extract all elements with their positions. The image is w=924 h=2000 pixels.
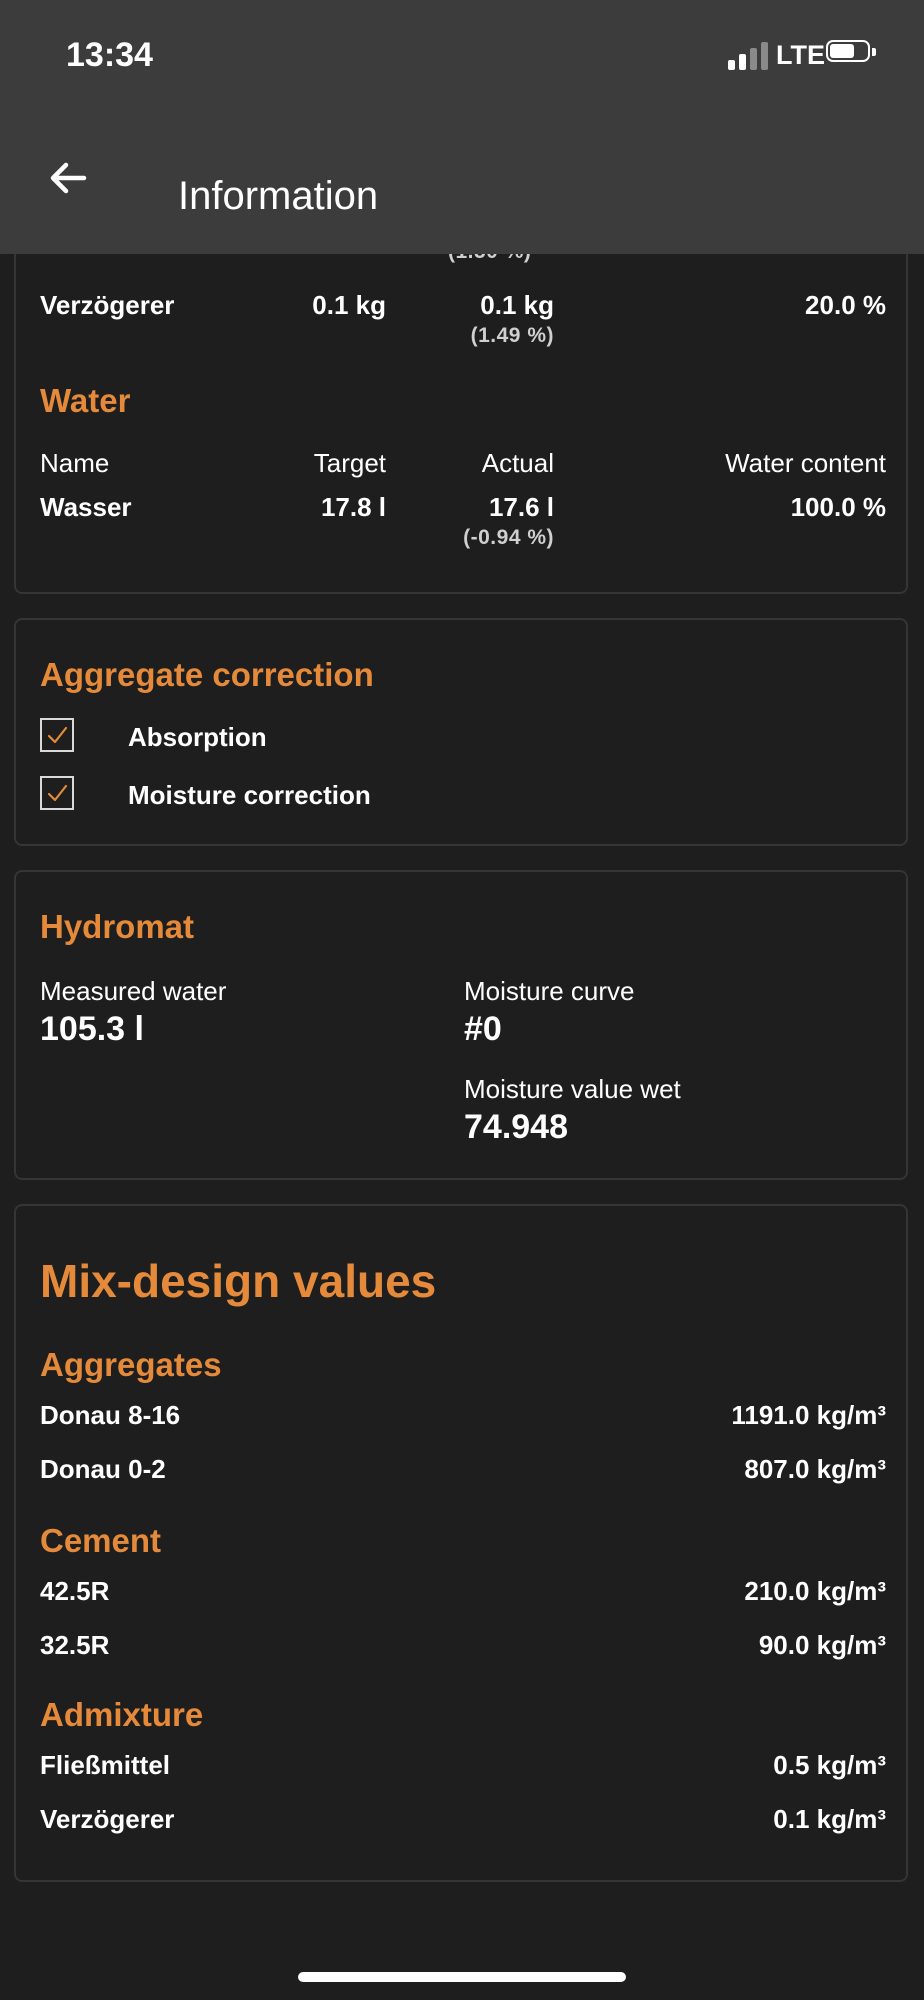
moisture-curve-value: #0 <box>464 1010 502 1048</box>
absorption-checkbox[interactable] <box>40 718 74 752</box>
admixture-row-content: 20.0 % <box>805 290 886 320</box>
app-bar: Information <box>0 110 924 254</box>
cement-row-value: 90.0 kg/m³ <box>758 1630 886 1660</box>
aggregate-correction-heading: Aggregate correction <box>40 656 374 693</box>
admixture-row-actual-pct: (1.49 %) <box>470 324 554 347</box>
absorption-label: Absorption <box>128 722 267 752</box>
mix-design-card: Mix-design values Aggregates Donau 8-16 … <box>14 1204 908 1882</box>
admixture-row-actual: 0.1 kg <box>480 290 554 320</box>
aggregates-heading: Aggregates <box>40 1346 222 1383</box>
aggregate-correction-card: Aggregate correction Absorption Moisture… <box>14 618 908 846</box>
battery-icon <box>826 40 878 66</box>
admixture-row-name: Verzögerer <box>40 290 175 320</box>
home-indicator[interactable] <box>298 1972 626 1982</box>
network-type: LTE <box>776 40 825 70</box>
water-row-content: 100.0 % <box>790 492 886 522</box>
measured-water-label: Measured water <box>40 976 227 1006</box>
admixture-row-value: 0.1 kg/m³ <box>773 1804 886 1834</box>
water-row-actual-pct: (-0.94 %) <box>463 526 554 549</box>
aggregate-row-value: 1191.0 kg/m³ <box>731 1400 886 1430</box>
cement-row-value: 210.0 kg/m³ <box>744 1576 886 1606</box>
measured-water-value: 105.3 l <box>40 1010 144 1048</box>
moisture-value-wet-value: 74.948 <box>464 1108 568 1146</box>
aggregate-row-value: 807.0 kg/m³ <box>744 1454 886 1484</box>
arrow-left-icon <box>50 162 87 194</box>
water-col-actual: Actual <box>481 448 554 478</box>
back-button[interactable] <box>44 154 92 202</box>
water-row-target: 17.8 l <box>320 492 386 522</box>
aggregate-row-name: Donau 8-16 <box>40 1400 181 1430</box>
admixture-row-name: Fließmittel <box>40 1750 171 1780</box>
admixture-heading: Admixture <box>40 1696 204 1733</box>
moisture-correction-checkbox[interactable] <box>40 776 74 810</box>
admixture-row-value: 0.5 kg/m³ <box>773 1750 886 1780</box>
water-heading: Water <box>40 382 131 419</box>
hydromat-card: Hydromat Measured water 105.3 l Moisture… <box>14 870 908 1180</box>
cement-row-name: 32.5R <box>40 1630 110 1660</box>
water-row-name: Wasser <box>40 492 132 522</box>
moisture-curve-label: Moisture curve <box>464 976 635 1006</box>
hydromat-heading: Hydromat <box>40 908 195 945</box>
cement-row-name: 42.5R <box>40 1576 110 1606</box>
moisture-correction-label: Moisture correction <box>128 780 371 810</box>
admixture-row-target: 0.1 kg <box>312 290 386 320</box>
cement-heading: Cement <box>40 1522 162 1559</box>
moisture-value-wet-label: Moisture value wet <box>464 1074 681 1104</box>
mix-design-heading: Mix-design values <box>40 1255 437 1307</box>
water-row-actual: 17.6 l <box>488 492 554 522</box>
water-col-content: Water content <box>725 448 886 478</box>
check-icon <box>47 784 68 802</box>
water-col-target: Target <box>313 448 386 478</box>
page-title: Information <box>178 174 379 218</box>
admixture-row-name: Verzögerer <box>40 1804 175 1834</box>
status-bar: 13:34 LTE <box>0 0 924 110</box>
check-icon <box>47 726 68 744</box>
signal-icon <box>728 42 770 70</box>
water-col-name: Name <box>40 448 110 478</box>
status-time: 13:34 <box>66 36 153 74</box>
aggregate-row-name: Donau 0-2 <box>40 1454 166 1484</box>
